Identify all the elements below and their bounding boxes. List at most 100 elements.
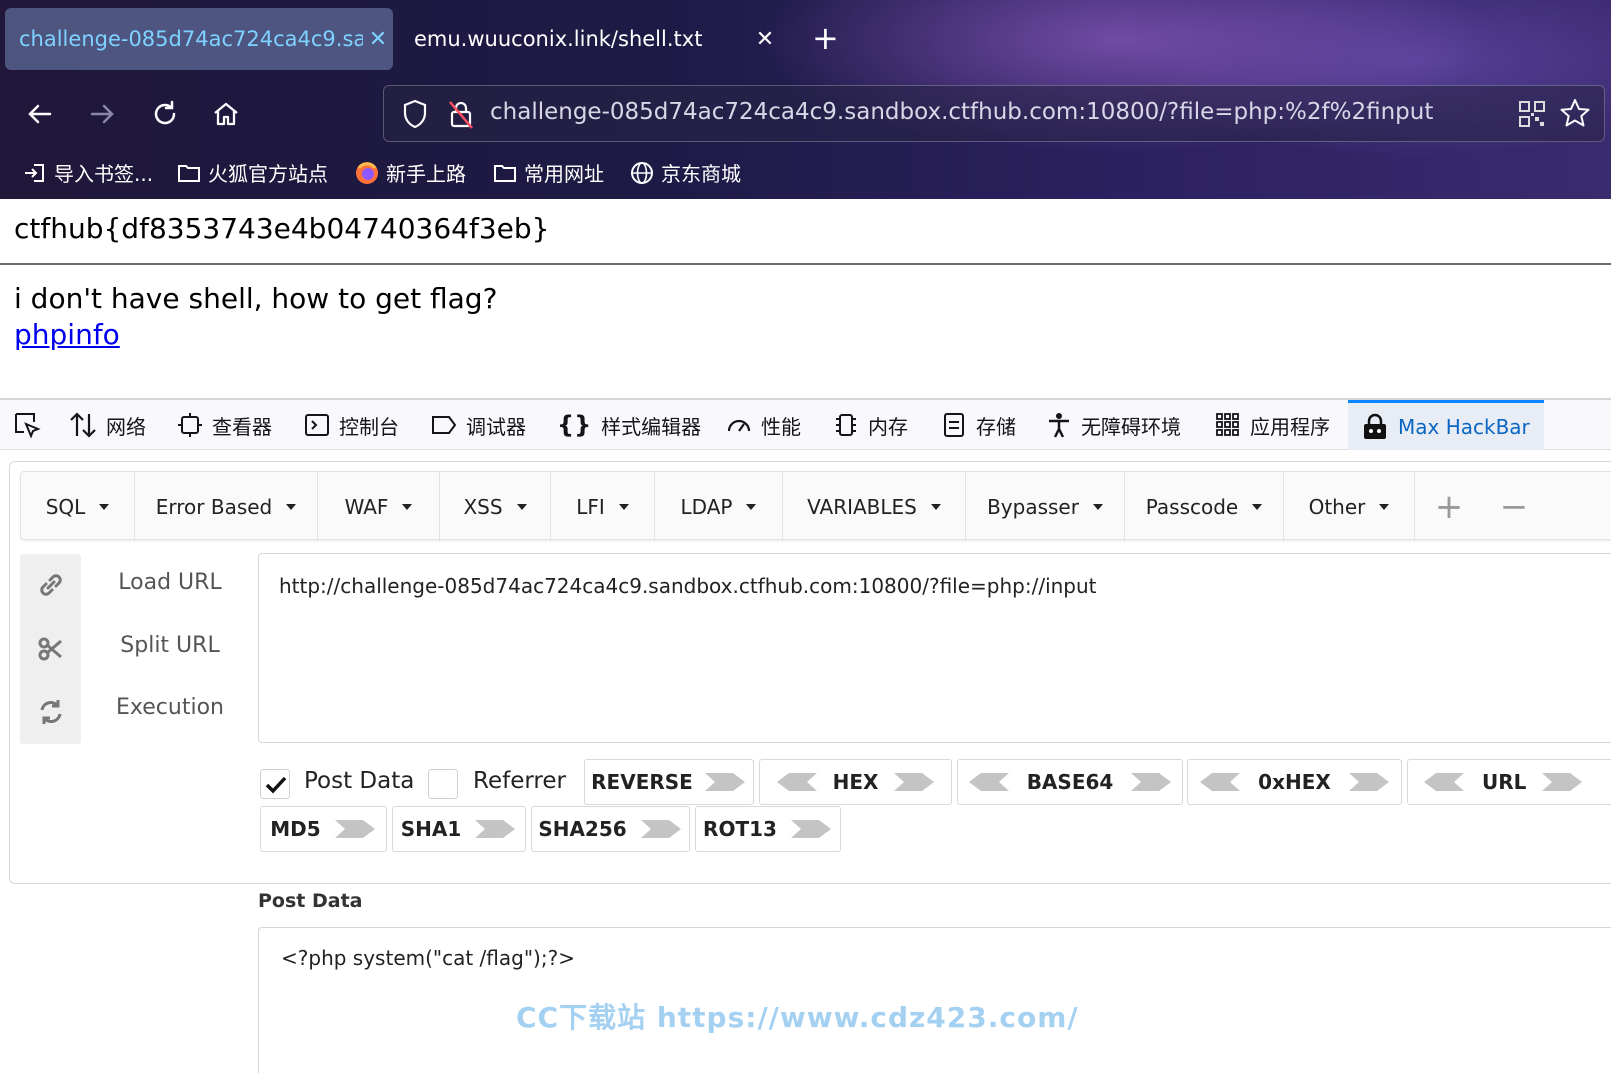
action-icon-strip (20, 554, 81, 744)
folder-icon (178, 164, 200, 182)
tab-storage[interactable]: 存储 (940, 400, 1016, 450)
menu-lfi[interactable]: LFI (551, 472, 655, 541)
hex-button[interactable]: HEX (759, 759, 952, 805)
md5-button[interactable]: MD5 (260, 806, 387, 852)
reverse-button[interactable]: REVERSE (584, 759, 754, 805)
load-url-button[interactable]: Load URL (90, 570, 250, 595)
menu-ldap[interactable]: LDAP (655, 472, 783, 541)
bookmark-jd[interactable]: 京东商城 (629, 158, 741, 187)
encoder-label: SHA256 (538, 817, 627, 841)
caret-down-icon (1379, 503, 1390, 510)
refresh-execute-icon[interactable] (36, 697, 66, 727)
menu-error-based[interactable]: Error Based (135, 472, 318, 541)
post-data-checkbox[interactable] (260, 769, 290, 799)
shield-icon[interactable] (400, 98, 430, 130)
checkmark-icon (265, 776, 287, 794)
url-text[interactable]: challenge-085d74ac724ca4c9.sandbox.ctfhu… (490, 99, 1433, 125)
caret-down-icon (516, 503, 527, 510)
url-textarea[interactable]: http://challenge-085d74ac724ca4c9.sandbo… (258, 553, 1611, 743)
base64-button[interactable]: BASE64 (957, 759, 1183, 805)
network-arrows-icon (70, 412, 96, 438)
menu-passcode[interactable]: Passcode (1125, 472, 1284, 541)
sha256-button[interactable]: SHA256 (531, 806, 690, 852)
link-icon[interactable] (36, 570, 66, 600)
storage-icon (944, 413, 964, 437)
tab-close-icon[interactable]: ✕ (363, 27, 393, 52)
tab-label: 查看器 (212, 414, 272, 439)
globe-icon (631, 161, 653, 184)
menu-label: VARIABLES (807, 494, 917, 519)
tab-label: 性能 (761, 414, 801, 439)
execution-button[interactable]: Execution (90, 695, 250, 720)
post-data-label: Post Data (304, 768, 415, 794)
encoder-label: 0xHEX (1258, 770, 1331, 794)
caret-down-icon (402, 503, 413, 510)
menu-variables[interactable]: VARIABLES (783, 472, 966, 541)
menu-xss[interactable]: XSS (440, 472, 551, 541)
url-encode-button[interactable]: URL (1407, 759, 1611, 805)
scissors-icon[interactable] (36, 634, 66, 664)
phpinfo-link[interactable]: phpinfo (14, 318, 120, 351)
new-tab-plus-icon[interactable]: + (812, 18, 839, 58)
menu-label: Passcode (1145, 494, 1239, 519)
left-arrow-icon (1200, 773, 1241, 791)
tab-application[interactable]: 应用程序 (1214, 400, 1330, 450)
split-url-button[interactable]: Split URL (90, 633, 250, 658)
tab-challenge[interactable]: challenge-085d74ac724ca4c9.sandbox.ctfhu… (5, 8, 393, 70)
url-value: http://challenge-085d74ac724ca4c9.sandbo… (279, 574, 1097, 598)
left-arrow-icon (776, 773, 817, 791)
bookmark-import[interactable]: 导入书签... (22, 158, 153, 187)
tab-label: 存储 (976, 414, 1016, 439)
tab-style-editor[interactable]: {} 样式编辑器 (557, 400, 701, 450)
menu-sql[interactable]: SQL (21, 472, 135, 541)
bookmark-getting-started[interactable]: 新手上路 (354, 158, 466, 187)
caret-down-icon (99, 503, 110, 510)
tab-debugger[interactable]: 调试器 (430, 400, 526, 450)
home-icon[interactable] (206, 94, 246, 134)
tab-memory[interactable]: 内存 (832, 400, 908, 450)
tab-performance[interactable]: 性能 (725, 400, 801, 450)
back-arrow-icon[interactable] (20, 94, 60, 134)
bookmark-label: 火狐官方站点 (208, 162, 328, 186)
tab-network[interactable]: 网络 (68, 400, 146, 450)
tab-close-icon[interactable]: ✕ (750, 27, 780, 52)
left-arrow-icon (1424, 773, 1464, 791)
remove-minus-icon[interactable]: − (1489, 484, 1539, 530)
tab-inspector[interactable]: 查看器 (176, 400, 272, 450)
address-bar[interactable]: challenge-085d74ac724ca4c9.sandbox.ctfhu… (383, 85, 1605, 142)
0xhex-button[interactable]: 0xHEX (1187, 759, 1402, 805)
sha1-button[interactable]: SHA1 (392, 806, 526, 852)
tab-accessibility[interactable]: 无障碍环境 (1045, 400, 1181, 450)
bookmark-star-icon[interactable] (1558, 96, 1592, 130)
qr-code-icon[interactable] (1518, 100, 1546, 128)
menu-bypasser[interactable]: Bypasser (966, 472, 1125, 541)
tab-max-hackbar[interactable]: Max HackBar (1348, 400, 1544, 450)
tab-label: 样式编辑器 (601, 414, 702, 439)
tab-label: 无障碍环境 (1081, 414, 1181, 439)
insecure-lock-icon[interactable] (446, 98, 476, 130)
menu-label: LDAP (680, 494, 733, 519)
reload-icon[interactable] (145, 94, 185, 134)
bookmark-firefox-site[interactable]: 火狐官方站点 (176, 158, 328, 187)
app-grid-icon (1216, 413, 1239, 436)
horizontal-rule (0, 263, 1611, 265)
gauge-icon (727, 419, 751, 432)
menu-label: SQL (45, 494, 86, 519)
console-icon (305, 414, 329, 436)
element-picker-icon[interactable] (12, 400, 50, 450)
watermark-text: CC下载站 https://www.cdz423.com/ (516, 1001, 1079, 1034)
tab-shell-txt[interactable]: emu.wuuconix.link/shell.txt ✕ (400, 8, 780, 70)
right-arrow-icon (640, 820, 681, 838)
menu-waf[interactable]: WAF (318, 472, 440, 541)
menu-other[interactable]: Other (1284, 472, 1415, 541)
add-plus-icon[interactable]: + (1424, 484, 1474, 530)
folder-icon (494, 164, 516, 182)
bookmark-common-urls[interactable]: 常用网址 (492, 158, 604, 187)
hackbar-lock-icon (1364, 413, 1386, 439)
encoder-label: REVERSE (591, 770, 693, 794)
referrer-checkbox[interactable] (428, 769, 458, 799)
tab-console[interactable]: 控制台 (303, 400, 399, 450)
forward-arrow-icon[interactable] (82, 94, 122, 134)
caret-down-icon (286, 503, 297, 510)
rot13-button[interactable]: ROT13 (695, 806, 841, 852)
